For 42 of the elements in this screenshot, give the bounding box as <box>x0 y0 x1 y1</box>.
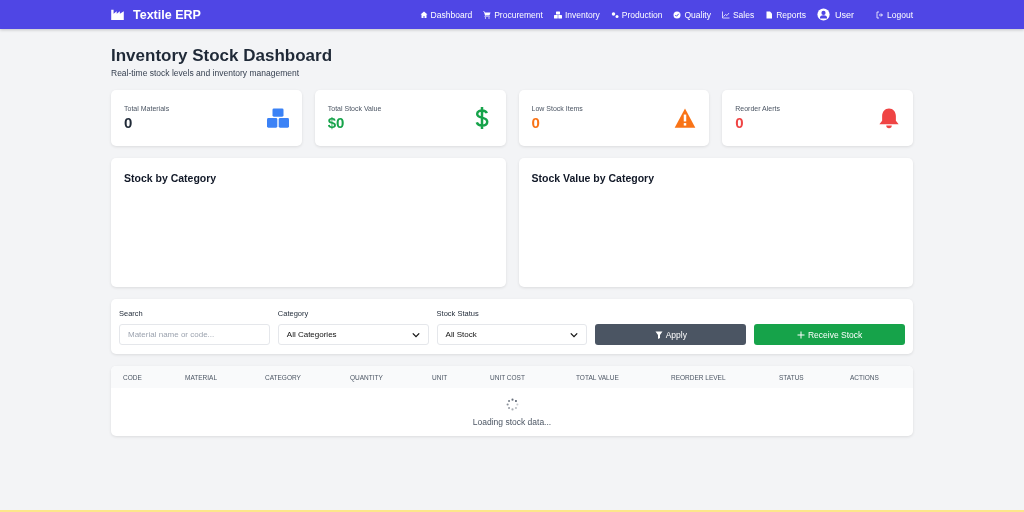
receive-stock-button[interactable]: Receive Stock <box>754 324 905 345</box>
cart-icon <box>483 10 492 19</box>
stat-value: 0 <box>735 114 745 131</box>
loading-spinner-icon <box>505 398 519 411</box>
nav-link[interactable]: Production <box>610 9 663 20</box>
user-icon <box>817 8 830 21</box>
gears-icon <box>610 10 619 19</box>
factory-icon <box>111 9 124 20</box>
boxes-icon <box>266 107 289 129</box>
nav-link[interactable]: User <box>817 8 854 21</box>
check-circle-icon <box>673 10 682 19</box>
stat-value: 0 <box>124 114 134 131</box>
nav-link[interactable]: Logout <box>876 9 913 20</box>
caret-icon <box>411 331 420 338</box>
nav-link[interactable]: Sales <box>721 9 755 20</box>
nav-link[interactable]: Dashboard <box>419 9 473 20</box>
logout-icon <box>876 10 884 19</box>
line-chart-icon <box>721 10 730 19</box>
plus-icon <box>796 330 805 339</box>
apply-button[interactable]: Apply <box>595 324 747 345</box>
chart-title: Stock Value by Category <box>531 172 656 184</box>
page-subtitle: Real-time stock levels and inventory management <box>111 68 301 78</box>
caret-icon <box>570 331 579 338</box>
stat-value: $0 <box>327 114 346 131</box>
nav-link[interactable]: Inventory <box>553 9 600 20</box>
warning-icon <box>674 107 697 129</box>
dropdown[interactable]: All Stock <box>436 324 588 345</box>
file-icon <box>765 10 774 19</box>
filter-icon <box>654 330 663 339</box>
home-icon <box>419 10 428 19</box>
boxes-icon <box>553 10 562 19</box>
brand-name[interactable]: Textile ERP <box>133 7 201 22</box>
bell-icon <box>878 107 900 129</box>
page-title: Inventory Stock Dashboard <box>111 46 334 66</box>
search-field[interactable]: Material name or code... <box>119 324 270 345</box>
loading-message: Loading stock data... <box>472 417 552 427</box>
nav-link[interactable]: Reports <box>765 9 806 20</box>
nav-link[interactable]: Procurement <box>483 9 543 20</box>
chart-title: Stock by Category <box>124 172 218 184</box>
dropdown[interactable]: All Categories <box>277 324 429 345</box>
stat-value: 0 <box>531 114 541 131</box>
nav-link[interactable]: Quality <box>673 9 711 20</box>
